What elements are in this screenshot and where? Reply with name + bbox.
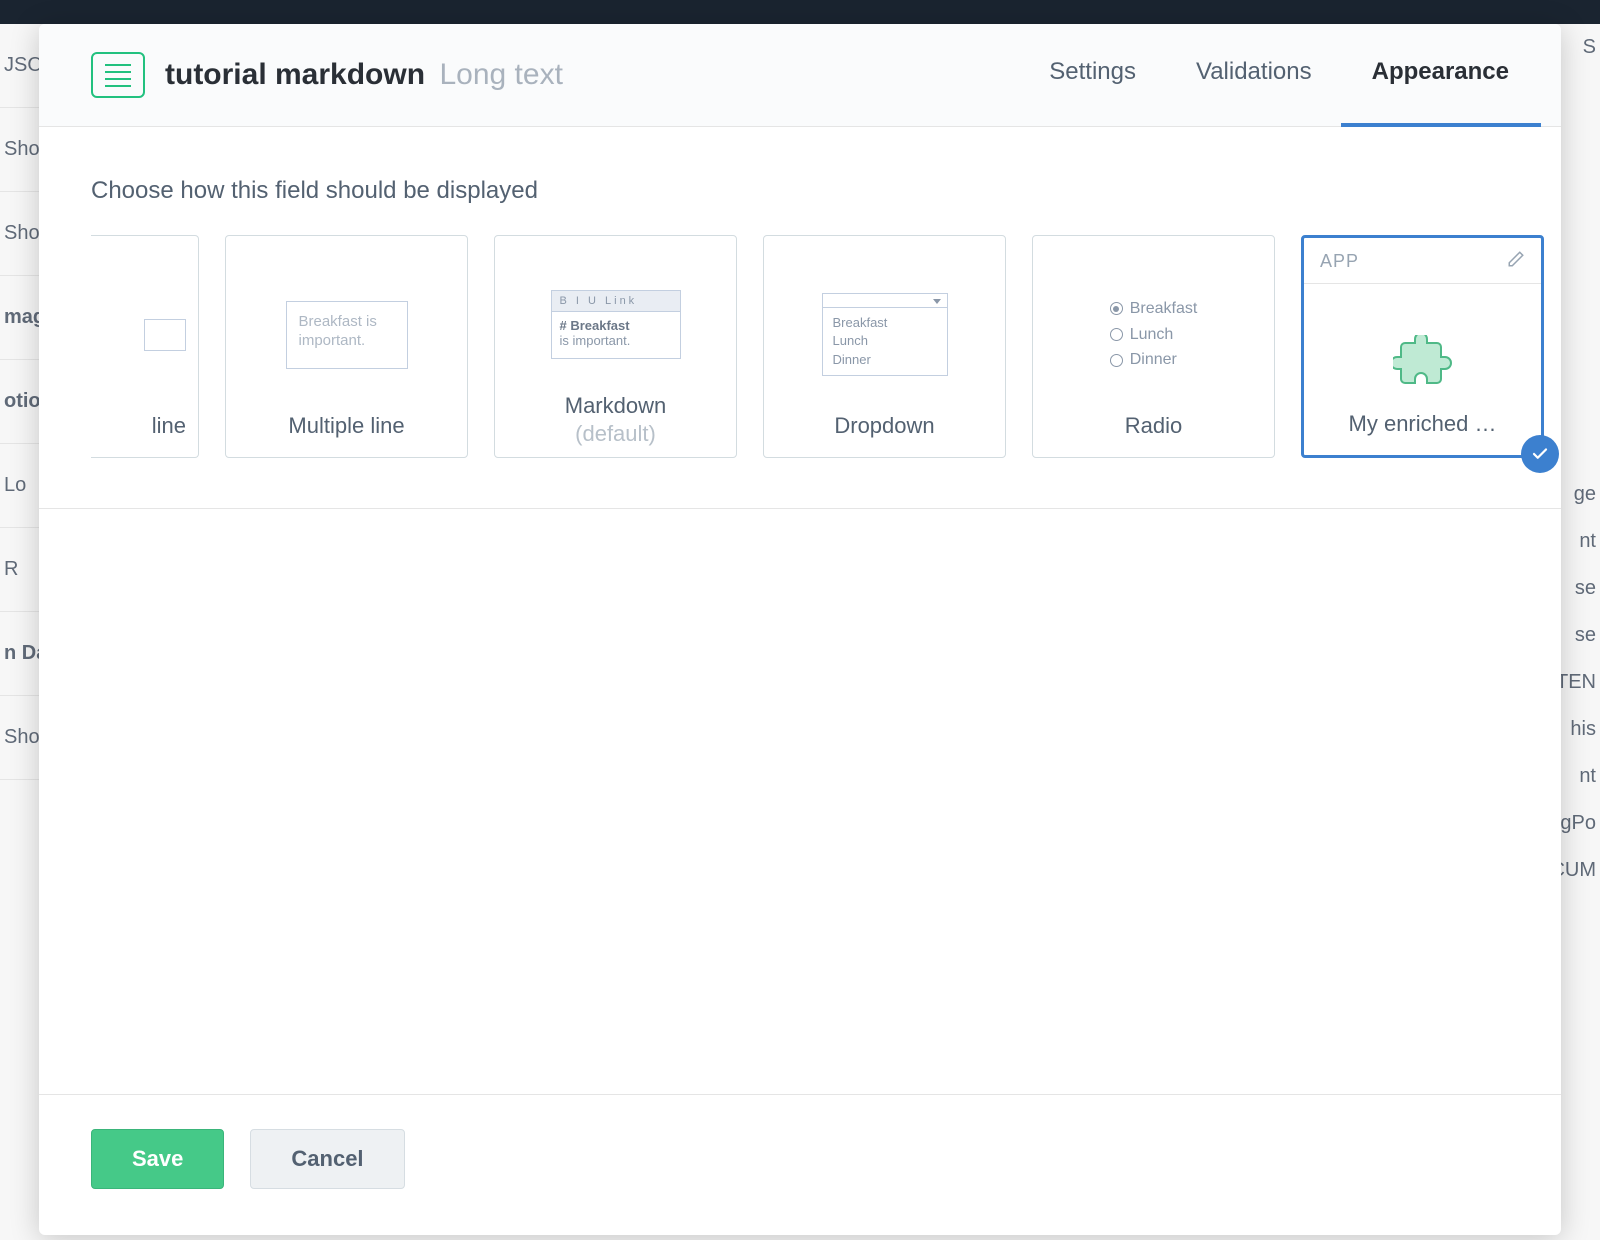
save-button[interactable]: Save <box>91 1129 224 1189</box>
option-markdown[interactable]: B I U Link # Breakfast is important. Mar… <box>494 235 737 458</box>
appearance-options: line Breakfast is important. Multiple li… <box>91 235 1509 508</box>
option-label: Multiple line <box>288 413 404 439</box>
app-badge: APP <box>1320 251 1359 272</box>
option-dropdown[interactable]: Breakfast Lunch Dinner Dropdown <box>763 235 1006 458</box>
section-divider <box>39 508 1561 509</box>
option-label: Dropdown <box>834 413 934 439</box>
markdown-preview: B I U Link # Breakfast is important. <box>551 290 681 359</box>
multiple-line-preview: Breakfast is important. <box>286 301 408 369</box>
modal-tabs: Settings Validations Appearance <box>1049 58 1509 92</box>
option-label: My enriched … <box>1316 411 1529 437</box>
option-radio[interactable]: Breakfast Lunch Dinner Radio <box>1032 235 1275 458</box>
option-label: Radio <box>1125 413 1182 439</box>
instructions-text: Choose how this field should be displaye… <box>91 177 1509 205</box>
app-top-bar <box>0 0 1600 24</box>
single-line-preview <box>144 319 186 351</box>
radio-preview: Breakfast Lunch Dinner <box>1110 296 1198 373</box>
tab-settings[interactable]: Settings <box>1049 58 1136 92</box>
active-tab-indicator <box>1341 123 1541 127</box>
long-text-icon <box>91 52 145 98</box>
app-card-header: APP <box>1304 238 1541 284</box>
option-app-extension[interactable]: APP My enriched … <box>1301 235 1544 458</box>
field-settings-modal: tutorial markdown Long text Settings Val… <box>39 24 1561 1235</box>
option-multiple-line[interactable]: Breakfast is important. Multiple line <box>225 235 468 458</box>
option-label: line <box>152 413 186 439</box>
field-type-label: Long text <box>439 58 562 91</box>
tab-validations[interactable]: Validations <box>1196 58 1312 92</box>
dropdown-preview: Breakfast Lunch Dinner <box>822 293 948 376</box>
option-sublabel: (default) <box>575 421 656 447</box>
puzzle-icon <box>1393 335 1453 391</box>
selected-check-icon <box>1521 435 1559 473</box>
field-title: tutorial markdown Long text <box>165 58 563 92</box>
modal-header: tutorial markdown Long text Settings Val… <box>39 24 1561 127</box>
pencil-icon[interactable] <box>1507 250 1525 273</box>
option-label: Markdown <box>565 393 666 419</box>
tab-appearance[interactable]: Appearance <box>1372 58 1509 92</box>
modal-footer: Save Cancel <box>39 1094 1561 1235</box>
cancel-button[interactable]: Cancel <box>250 1129 404 1189</box>
option-single-line[interactable]: line <box>91 235 199 458</box>
field-name: tutorial markdown <box>165 58 425 91</box>
modal-body: Choose how this field should be displaye… <box>39 127 1561 1094</box>
